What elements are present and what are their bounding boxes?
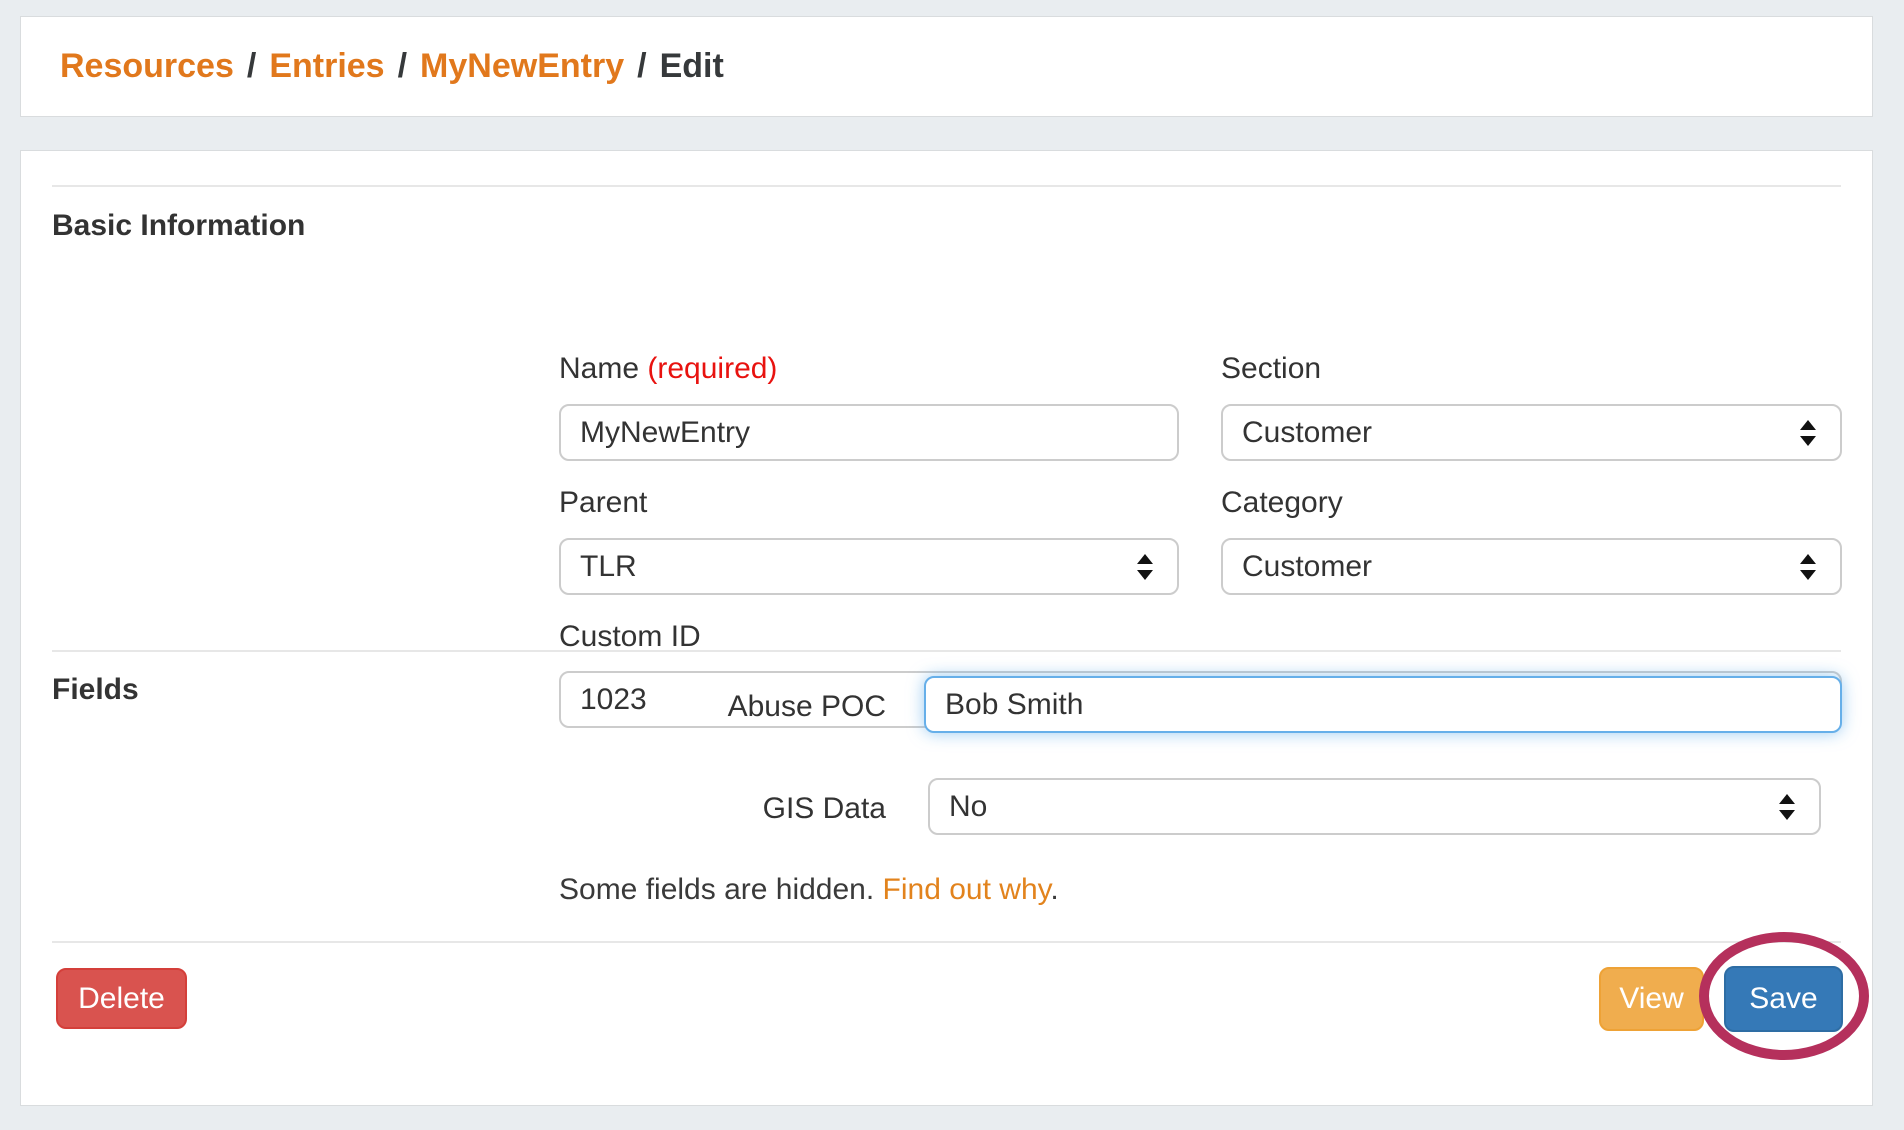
divider — [52, 650, 1841, 652]
select-arrows-icon — [1137, 554, 1153, 580]
breadcrumb-separator: / — [247, 47, 256, 86]
find-out-why-link[interactable]: Find out why — [883, 873, 1051, 906]
breadcrumb-current-edit: Edit — [660, 47, 724, 86]
section-selected-value: Customer — [1242, 416, 1372, 450]
category-label: Category — [1221, 486, 1343, 520]
abuse-poc-input[interactable] — [924, 676, 1842, 733]
divider — [52, 185, 1841, 187]
name-required-note: (required) — [647, 352, 777, 385]
breadcrumb-link-entries[interactable]: Entries — [269, 47, 384, 86]
section-label: Section — [1221, 352, 1321, 386]
section-select[interactable]: Customer — [1221, 404, 1842, 461]
hidden-fields-note: Some fields are hidden. Find out why. — [559, 873, 1059, 907]
view-button[interactable]: View — [1599, 967, 1704, 1031]
breadcrumb-link-resources[interactable]: Resources — [60, 47, 234, 86]
gis-data-label: GIS Data — [559, 792, 886, 826]
basic-information-heading: Basic Information — [52, 209, 305, 243]
custom-id-label: Custom ID — [559, 620, 701, 654]
delete-button[interactable]: Delete — [56, 968, 187, 1029]
select-arrows-icon — [1779, 794, 1795, 820]
fields-heading: Fields — [52, 673, 139, 707]
save-button[interactable]: Save — [1724, 966, 1843, 1032]
gis-data-select[interactable]: No — [928, 778, 1821, 835]
hidden-fields-note-suffix: . — [1050, 873, 1058, 906]
edit-entry-form-panel: Basic Information Name (required) Sectio… — [20, 150, 1873, 1106]
category-selected-value: Customer — [1242, 550, 1372, 584]
abuse-poc-label: Abuse POC — [559, 690, 886, 724]
name-label: Name (required) — [559, 352, 777, 386]
gis-data-selected-value: No — [949, 790, 987, 824]
breadcrumb-link-mynewentry[interactable]: MyNewEntry — [420, 47, 624, 86]
category-select[interactable]: Customer — [1221, 538, 1842, 595]
breadcrumb: Resources / Entries / MyNewEntry / Edit — [60, 17, 724, 116]
breadcrumb-separator: / — [398, 47, 407, 86]
select-arrows-icon — [1800, 554, 1816, 580]
name-label-text: Name — [559, 352, 639, 385]
breadcrumb-separator: / — [637, 47, 646, 86]
parent-select[interactable]: TLR — [559, 538, 1179, 595]
select-arrows-icon — [1800, 420, 1816, 446]
parent-label: Parent — [559, 486, 647, 520]
parent-selected-value: TLR — [580, 550, 637, 584]
hidden-fields-note-text: Some fields are hidden. — [559, 873, 874, 906]
breadcrumb-panel: Resources / Entries / MyNewEntry / Edit — [20, 16, 1873, 117]
divider — [52, 941, 1841, 943]
name-input[interactable] — [559, 404, 1179, 461]
